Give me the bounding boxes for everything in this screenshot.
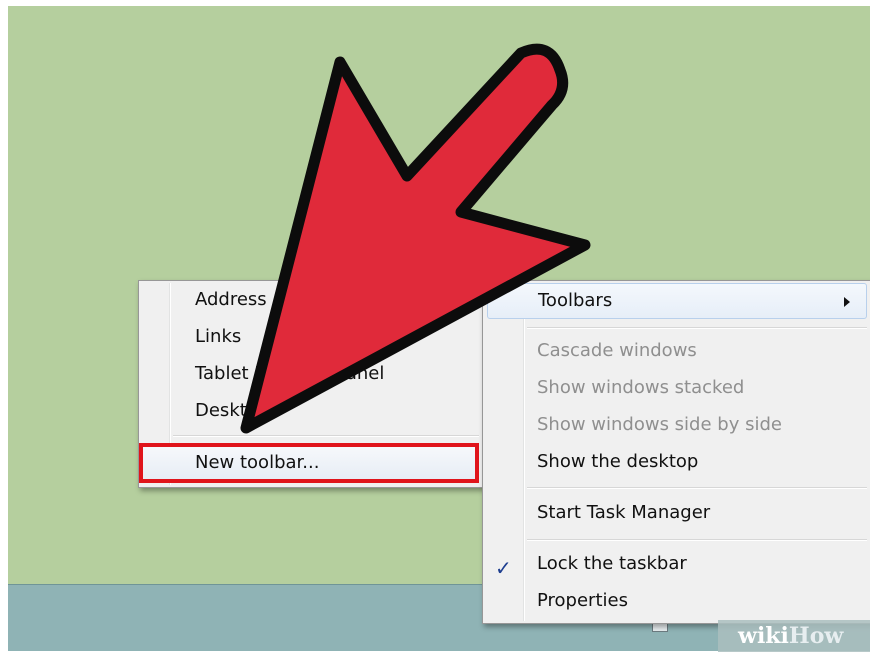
- wikihow-watermark: wikiHow: [718, 620, 870, 652]
- menu-item-show-windows-side-by-side[interactable]: Show windows side by side: [537, 408, 782, 442]
- submenu-item-tablet-pc-input-panel[interactable]: Tablet PC Input Panel: [195, 357, 384, 391]
- submenu-item-links[interactable]: Links: [195, 320, 241, 354]
- taskbar-context-menu: Toolbars Cascade windows Show windows st…: [482, 280, 870, 624]
- menu-item-show-windows-stacked[interactable]: Show windows stacked: [537, 371, 744, 405]
- submenu-item-address[interactable]: Address: [195, 283, 267, 317]
- menu-separator: [527, 327, 867, 329]
- menu-item-show-the-desktop[interactable]: Show the desktop: [537, 445, 698, 479]
- menu-item-start-task-manager[interactable]: Start Task Manager: [537, 496, 710, 530]
- watermark-how: How: [788, 623, 844, 649]
- new-toolbar-highlight-box[interactable]: New toolbar...: [139, 443, 479, 483]
- submenu-item-desktop[interactable]: Desktop: [195, 394, 269, 428]
- checkmark-icon: ✓: [495, 556, 512, 580]
- menu-item-properties[interactable]: Properties: [537, 584, 628, 618]
- menu-item-lock-the-taskbar[interactable]: Lock the taskbar: [537, 547, 687, 581]
- toolbars-menu-item[interactable]: Toolbars: [487, 283, 867, 319]
- menu-separator: [527, 539, 867, 541]
- submenu-arrow-icon: [844, 297, 850, 307]
- menu-item-cascade-windows[interactable]: Cascade windows: [537, 334, 697, 368]
- menu-separator: [527, 487, 867, 489]
- toolbars-submenu: Address Links Tablet PC Input Panel Desk…: [138, 280, 486, 488]
- submenu-item-new-toolbar[interactable]: New toolbar...: [195, 446, 319, 480]
- watermark-wiki: wiki: [738, 623, 789, 649]
- menu-gutter-line: [523, 283, 525, 621]
- toolbars-label: Toolbars: [538, 290, 613, 311]
- menu-separator: [173, 435, 479, 437]
